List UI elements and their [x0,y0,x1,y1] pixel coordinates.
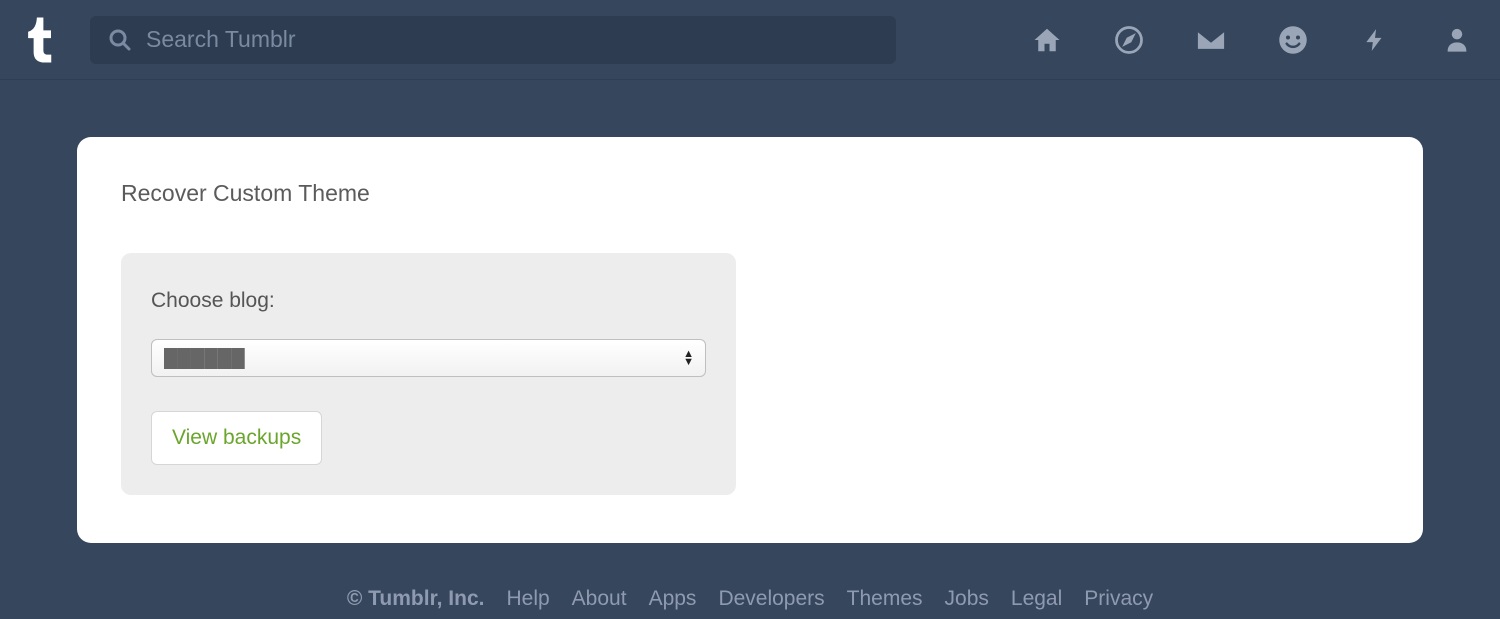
content-card: Recover Custom Theme Choose blog: ██████… [77,137,1423,543]
account-icon[interactable] [1440,23,1474,57]
nav-icons [1030,23,1474,57]
footer-link-help[interactable]: Help [506,587,549,611]
footer-link-privacy[interactable]: Privacy [1084,587,1153,611]
footer-link-legal[interactable]: Legal [1011,587,1062,611]
search-bar[interactable] [90,16,896,64]
footer-link-jobs[interactable]: Jobs [945,587,989,611]
blog-select-wrap[interactable]: ██████ ▲▼ [151,339,706,377]
page-title: Recover Custom Theme [121,180,1379,207]
footer: © Tumblr, Inc. Help About Apps Developer… [0,587,1500,611]
topbar [0,0,1500,80]
search-icon [108,28,132,52]
explore-icon[interactable] [1112,23,1146,57]
footer-copyright: © Tumblr, Inc. [347,587,485,611]
choose-blog-label: Choose blog: [151,289,706,313]
view-backups-button[interactable]: View backups [151,411,322,465]
inbox-icon[interactable] [1194,23,1228,57]
footer-link-themes[interactable]: Themes [847,587,923,611]
footer-link-about[interactable]: About [572,587,627,611]
messaging-icon[interactable] [1276,23,1310,57]
tumblr-logo[interactable] [22,15,60,65]
footer-link-apps[interactable]: Apps [649,587,697,611]
blog-select[interactable]: ██████ [151,339,706,377]
recover-panel: Choose blog: ██████ ▲▼ View backups [121,253,736,495]
home-icon[interactable] [1030,23,1064,57]
activity-icon[interactable] [1358,23,1392,57]
search-input[interactable] [146,26,878,53]
footer-link-developers[interactable]: Developers [718,587,824,611]
